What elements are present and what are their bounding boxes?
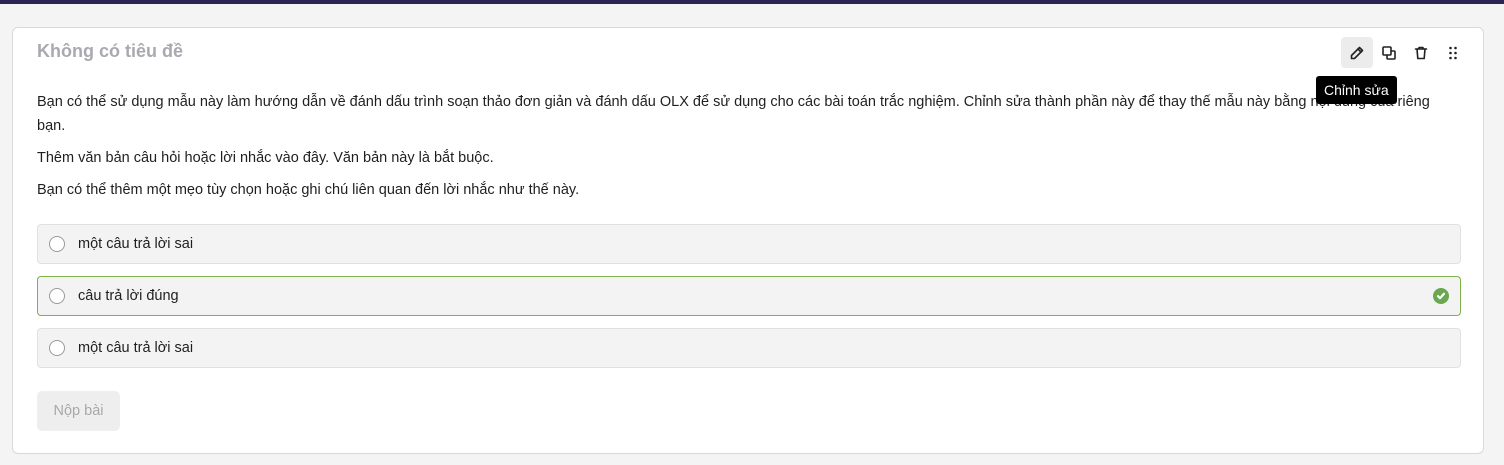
block-title: Không có tiêu đề — [37, 41, 183, 61]
radio-button[interactable] — [49, 340, 65, 356]
pencil-icon — [1350, 46, 1364, 59]
paragraph-instructions: Bạn có thể sử dụng mẫu này làm hướng dẫn… — [37, 94, 1430, 134]
answer-label: một câu trả lời sai — [78, 236, 194, 252]
submit-button[interactable]: Nộp bài — [37, 391, 120, 431]
copy-icon — [1382, 45, 1396, 60]
edit-tooltip: Chỉnh sửa — [1316, 76, 1397, 104]
problem-block: Không có tiêu đề Bạn có thể sử dụng mẫu … — [12, 27, 1484, 454]
edit-button[interactable] — [1341, 37, 1373, 68]
answer-option[interactable]: một câu trả lời sai — [37, 224, 1461, 264]
radio-button[interactable] — [49, 236, 65, 252]
block-toolbar — [1341, 37, 1469, 68]
problem-text: Bạn có thể sử dụng mẫu này làm hướng dẫn… — [37, 90, 1457, 210]
delete-button[interactable] — [1405, 37, 1437, 68]
top-accent-bar — [0, 0, 1504, 4]
paragraph-question: Thêm văn bản câu hỏi hoặc lời nhắc vào đ… — [37, 150, 494, 166]
duplicate-button[interactable] — [1373, 37, 1405, 68]
answer-options: một câu trả lời sai câu trả lời đúng một… — [37, 224, 1461, 380]
drag-handle-icon — [1449, 46, 1457, 59]
check-circle-icon — [1433, 288, 1449, 304]
answer-label: câu trả lời đúng — [78, 288, 179, 304]
answer-label: một câu trả lời sai — [78, 340, 194, 356]
answer-option-correct[interactable]: câu trả lời đúng — [37, 276, 1461, 316]
paragraph-hint: Bạn có thể thêm một mẹo tùy chọn hoặc gh… — [37, 182, 580, 198]
trash-icon — [1414, 46, 1428, 59]
radio-button[interactable] — [49, 288, 65, 304]
drag-handle-button[interactable] — [1437, 37, 1469, 68]
answer-option[interactable]: một câu trả lời sai — [37, 328, 1461, 368]
